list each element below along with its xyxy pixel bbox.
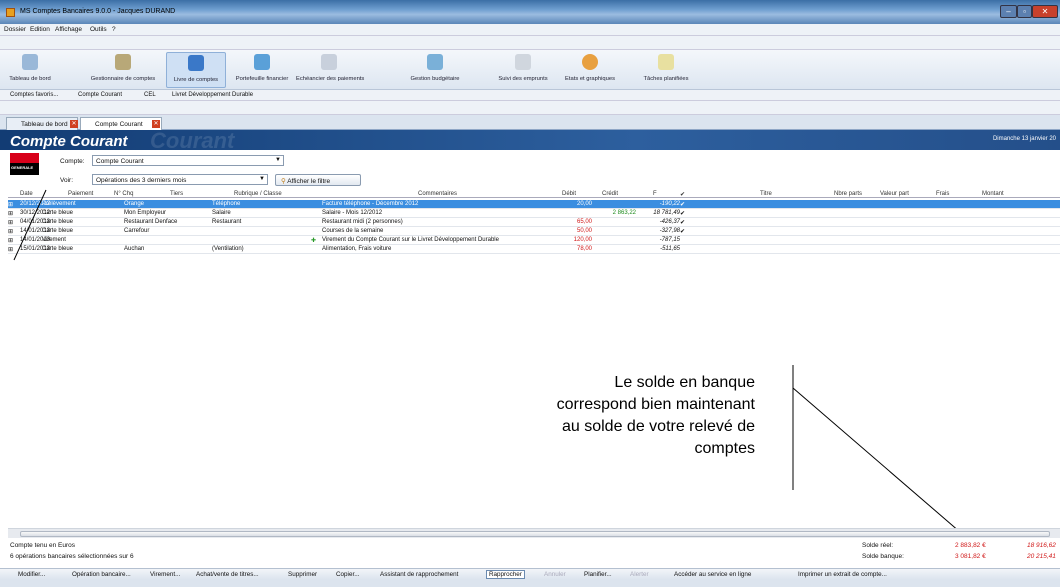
planifier-button[interactable]: Planifier... xyxy=(584,571,612,578)
alerter-button[interactable]: Alerter xyxy=(630,571,649,578)
solde-banque-value-2: 20 215,41 xyxy=(1027,553,1056,560)
operation-button[interactable]: Opération bancaire... xyxy=(72,571,131,578)
annotation-lines xyxy=(13,189,961,533)
service-en-ligne-button[interactable]: Accéder au service en ligne xyxy=(674,571,751,578)
achat-vente-button[interactable]: Achat/vente de titres... xyxy=(196,571,259,578)
pointer-line-left xyxy=(13,189,47,261)
supprimer-button[interactable]: Supprimer xyxy=(288,571,317,578)
pointer-line-right xyxy=(792,387,961,533)
modifier-button[interactable]: Modifier... xyxy=(18,571,45,578)
solde-banque-value: 3 081,82 € xyxy=(955,553,986,560)
rapprocher-button[interactable]: Rapprocher xyxy=(486,570,525,579)
solde-reel-value: 2 883,82 € xyxy=(955,542,986,549)
virement-button[interactable]: Virement... xyxy=(150,571,180,578)
copier-button[interactable]: Copier... xyxy=(336,571,359,578)
annuler-button[interactable]: Annuler xyxy=(544,571,566,578)
currency-text: Compte tenu en Euros xyxy=(10,542,76,549)
horizontal-scrollbar[interactable] xyxy=(8,528,1060,538)
assistant-button[interactable]: Assistant de rapprochement xyxy=(380,571,458,578)
scrollbar-thumb[interactable] xyxy=(20,531,1050,537)
solde-reel-value-2: 18 916,62 xyxy=(1027,542,1056,549)
bottom-toolbar: Modifier... Opération bancaire... Vireme… xyxy=(0,568,1060,580)
selection-text: 6 opérations bancaires sélectionnées sur… xyxy=(10,553,134,560)
solde-reel-label: Solde réel: xyxy=(862,542,894,549)
imprimer-button[interactable]: Imprimer un extrait de compte... xyxy=(798,571,887,578)
status-bar xyxy=(0,580,1060,587)
summary-area: Compte tenu en Euros 6 opérations bancai… xyxy=(0,538,1060,568)
solde-banque-label: Solde banque: xyxy=(862,553,904,560)
